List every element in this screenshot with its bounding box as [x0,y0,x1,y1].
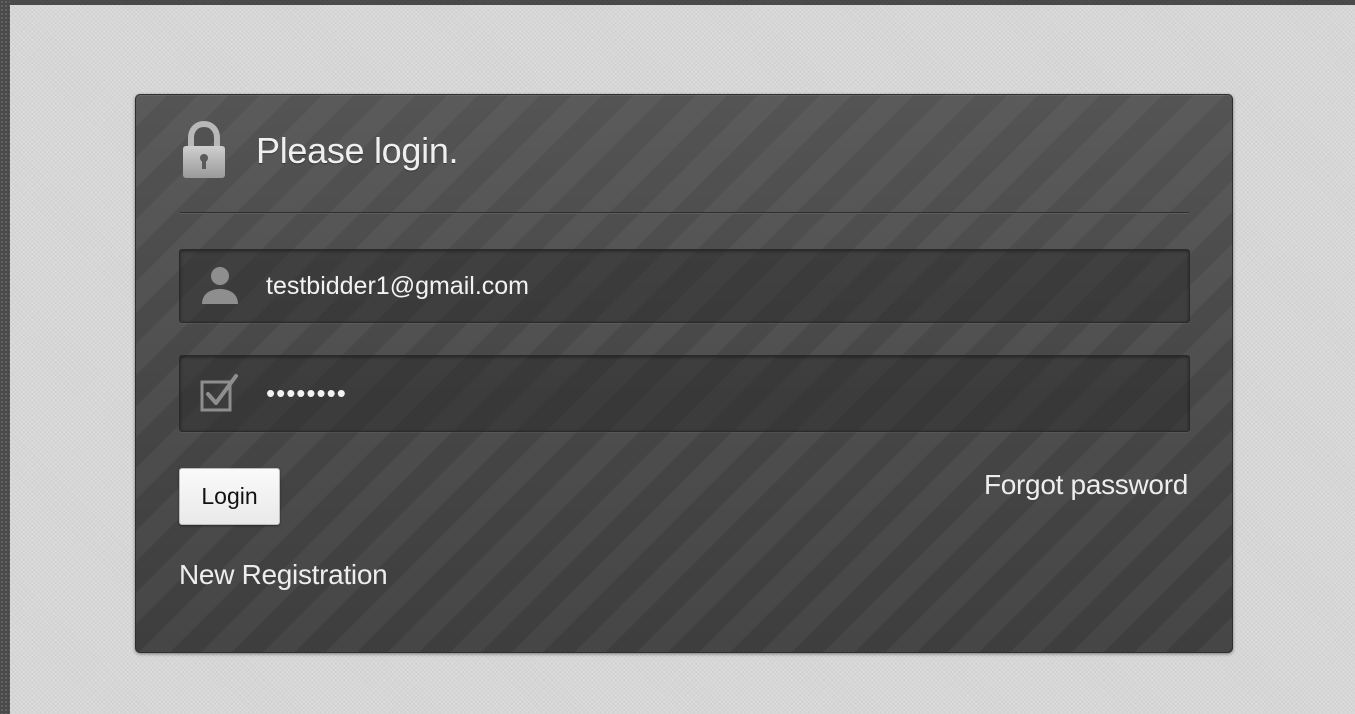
login-button[interactable]: Login [179,468,280,525]
login-panel: Please login. Login Forgot password New … [135,94,1233,653]
header-divider [180,212,1189,214]
lock-icon [183,121,225,178]
left-border [0,0,10,714]
panel-header: Please login. [180,121,459,181]
email-field[interactable] [179,249,1190,323]
email-input[interactable] [266,250,1179,322]
checkbox-icon [200,373,238,411]
forgot-password-link[interactable]: Forgot password [984,469,1188,501]
new-registration-link[interactable]: New Registration [179,559,388,591]
page-title: Please login. [256,130,459,171]
password-input[interactable] [266,356,1179,431]
user-icon [202,267,238,304]
password-field[interactable] [179,355,1190,432]
